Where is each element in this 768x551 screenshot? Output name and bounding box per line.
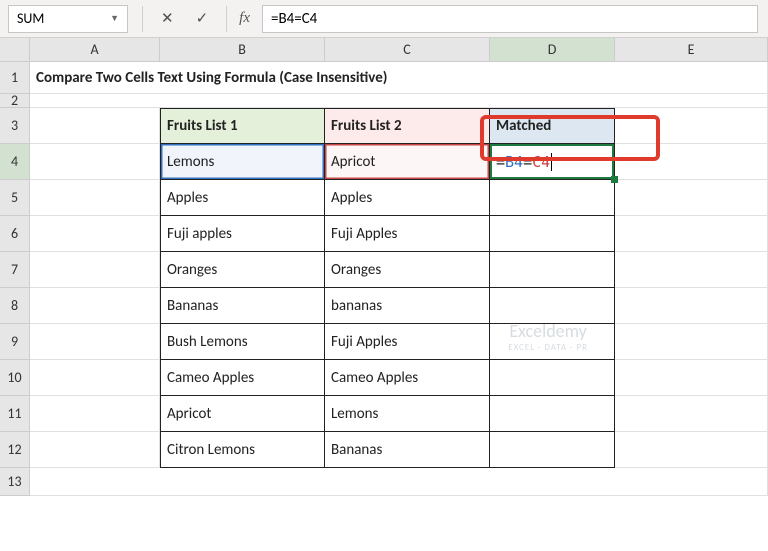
col-header-C[interactable]: C xyxy=(325,38,490,62)
select-all-corner[interactable] xyxy=(0,38,30,62)
table-cell[interactable]: Bananas xyxy=(325,432,490,468)
table-cell[interactable] xyxy=(490,360,615,396)
cell[interactable] xyxy=(615,180,768,216)
cell[interactable] xyxy=(615,432,768,468)
table-cell[interactable]: Bush Lemons xyxy=(160,324,325,360)
cell-B4[interactable]: Lemons xyxy=(160,144,325,180)
row-header-13[interactable]: 13 xyxy=(0,468,30,496)
separator xyxy=(226,6,227,32)
cell[interactable] xyxy=(30,252,160,288)
table-cell[interactable]: Bananas xyxy=(160,288,325,324)
table-cell[interactable]: Oranges xyxy=(325,252,490,288)
cancel-icon[interactable]: ✕ xyxy=(161,9,174,28)
col-header-B[interactable]: B xyxy=(160,38,325,62)
table-cell[interactable]: Cameo Apples xyxy=(325,360,490,396)
table-cell[interactable]: Oranges xyxy=(160,252,325,288)
col-header-A[interactable]: A xyxy=(30,38,160,62)
table-cell[interactable]: Apples xyxy=(325,180,490,216)
table-cell[interactable]: Cameo Apples xyxy=(160,360,325,396)
row-header-8[interactable]: 8 xyxy=(0,288,30,324)
cell[interactable] xyxy=(30,288,160,324)
spreadsheet-grid[interactable]: A B C D E 1 2 3 4 5 6 7 8 9 10 11 12 13 … xyxy=(0,38,768,496)
cell[interactable] xyxy=(615,324,768,360)
cell[interactable] xyxy=(615,252,768,288)
cell[interactable] xyxy=(30,144,160,180)
table-cell[interactable] xyxy=(490,252,615,288)
cell[interactable] xyxy=(615,288,768,324)
row-header-6[interactable]: 6 xyxy=(0,216,30,252)
formula-ref-b: B4 xyxy=(505,153,523,171)
row-header-3[interactable]: 3 xyxy=(0,108,30,144)
cell-D4-editing[interactable]: =B4=C4 xyxy=(490,144,615,180)
cell[interactable] xyxy=(30,468,768,496)
row-header-1[interactable]: 1 xyxy=(0,62,30,94)
table-cell[interactable]: Citron Lemons xyxy=(160,432,325,468)
fill-handle[interactable] xyxy=(611,176,618,183)
cell[interactable] xyxy=(30,396,160,432)
table-cell[interactable]: Fuji Apples xyxy=(325,216,490,252)
table-cell[interactable]: Apples xyxy=(160,180,325,216)
cell[interactable] xyxy=(615,360,768,396)
table-cell[interactable]: Lemons xyxy=(325,396,490,432)
table-cell[interactable]: Apricot xyxy=(160,396,325,432)
table-cell[interactable]: Fuji apples xyxy=(160,216,325,252)
table-cell[interactable]: Fuji Apples xyxy=(325,324,490,360)
cell[interactable] xyxy=(30,216,160,252)
table-cell[interactable] xyxy=(490,432,615,468)
name-box[interactable]: SUM ▼ xyxy=(8,5,128,33)
table-header-1[interactable]: Fruits List 1 xyxy=(160,108,325,144)
dropdown-icon[interactable]: ▼ xyxy=(110,13,119,24)
table-header-3[interactable]: Matched xyxy=(490,108,615,144)
row-header-11[interactable]: 11 xyxy=(0,396,30,432)
row-header-5[interactable]: 5 xyxy=(0,180,30,216)
col-header-D[interactable]: D xyxy=(490,38,615,62)
row-header-2[interactable]: 2 xyxy=(0,94,30,108)
enter-icon[interactable]: ✓ xyxy=(196,9,209,28)
table-cell[interactable] xyxy=(490,396,615,432)
cell-C4[interactable]: Apricot xyxy=(325,144,490,180)
row-header-12[interactable]: 12 xyxy=(0,432,30,468)
formula-input[interactable]: =B4=C4 xyxy=(262,5,758,33)
row-header-7[interactable]: 7 xyxy=(0,252,30,288)
separator xyxy=(142,6,143,32)
cell[interactable] xyxy=(30,108,160,144)
row-header-4[interactable]: 4 xyxy=(0,144,30,180)
row-header-9[interactable]: 9 xyxy=(0,324,30,360)
formula-bar-buttons: ✕ ✓ xyxy=(161,9,208,28)
row-header-10[interactable]: 10 xyxy=(0,360,30,396)
formula-ref-c: C4 xyxy=(532,153,550,171)
table-cell[interactable] xyxy=(490,216,615,252)
cell[interactable] xyxy=(30,180,160,216)
formula-equals: = xyxy=(496,153,505,171)
cell[interactable] xyxy=(615,108,768,144)
name-box-value: SUM xyxy=(17,10,44,27)
col-header-E[interactable]: E xyxy=(615,38,768,62)
table-cell[interactable] xyxy=(490,324,615,360)
cell[interactable] xyxy=(615,144,768,180)
table-cell[interactable] xyxy=(490,288,615,324)
cell[interactable] xyxy=(615,396,768,432)
cell[interactable] xyxy=(30,324,160,360)
cell[interactable] xyxy=(30,432,160,468)
text-cursor xyxy=(551,153,552,171)
table-cell[interactable]: bananas xyxy=(325,288,490,324)
formula-bar: SUM ▼ ✕ ✓ fx =B4=C4 xyxy=(0,0,768,38)
cell[interactable] xyxy=(30,360,160,396)
table-header-2[interactable]: Fruits List 2 xyxy=(325,108,490,144)
cell[interactable] xyxy=(30,94,768,108)
table-cell[interactable] xyxy=(490,180,615,216)
fx-icon[interactable]: fx xyxy=(239,10,250,27)
cell[interactable] xyxy=(615,216,768,252)
page-title[interactable]: Compare Two Cells Text Using Formula (Ca… xyxy=(30,62,768,94)
formula-text: =B4=C4 xyxy=(271,10,317,28)
